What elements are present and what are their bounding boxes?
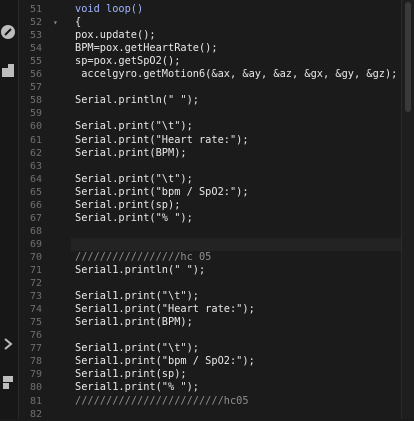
line-number: 56 [30,69,43,81]
line-number: 81 [30,395,43,407]
code-line[interactable]: Serial.print("Heart rate:"); [75,134,249,147]
line-number: 80 [30,382,43,394]
line-number: 70 [30,251,43,263]
code-line[interactable]: Serial.print("bpm / SpO2:"); [75,186,249,199]
line-number: 67 [30,212,43,224]
line-number: 51 [30,4,43,15]
line-number: 63 [30,160,43,172]
code-line[interactable]: Serial1.print(sp); [75,368,187,381]
code-line[interactable]: Serial1.print("% "); [75,381,199,394]
line-number: 61 [30,134,43,146]
scrollbar-thumb[interactable] [405,2,411,112]
code-line[interactable]: pox.update(); [75,29,156,42]
line-number: 65 [30,186,43,198]
line-number: 72 [30,278,43,290]
code-line[interactable]: Serial1.print("bpm / SpO2:"); [75,355,255,368]
code-line[interactable]: Serial.print("\t"); [75,120,193,133]
code-line[interactable]: Serial1.print("\t"); [75,290,199,303]
file-icon[interactable] [0,62,16,78]
line-number: 60 [30,121,43,133]
current-line-highlight [71,237,402,251]
line-number: 53 [30,30,43,42]
line-number: 59 [30,108,43,120]
code-line[interactable]: void loop() [75,3,143,16]
code-line[interactable]: Serial.print(BPM); [75,147,187,160]
code-line[interactable]: Serial.print("\t"); [75,173,193,186]
code-line[interactable]: /////////////////hc 05 [75,251,211,264]
line-number: 71 [30,265,43,276]
line-number: 73 [30,291,43,303]
line-number: 69 [30,238,43,250]
line-number: 74 [30,304,43,316]
code-line[interactable]: Serial1.println(" "); [75,264,205,277]
line-number: 76 [30,330,43,342]
line-number: 79 [30,369,43,381]
activity-sidebar [0,0,19,419]
code-line[interactable]: Serial1.print("Heart rate:"); [75,303,255,316]
pencil-icon[interactable] [0,24,16,40]
code-line[interactable]: Serial1.print("\t"); [75,342,199,355]
code-line[interactable]: { [75,16,81,29]
code-line[interactable]: accelgyro.getMotion6(&ax, &ay, &az, &gx,… [75,68,397,81]
line-number: 58 [30,95,43,107]
line-number: 66 [30,199,43,211]
line-number: 55 [30,56,43,68]
code-line[interactable]: Serial.print(sp); [75,199,180,212]
line-number: 77 [30,343,43,355]
line-number: 62 [30,147,43,159]
code-line[interactable]: Serial1.print(BPM); [75,316,193,329]
code-line[interactable]: ////////////////////////hc05 [75,395,249,408]
code-editor[interactable]: 51 void loop() 52 ▾{53 pox.update(); 54 BPM=po… [0,0,414,420]
code-line[interactable]: sp=pox.getSpO2(); [75,55,180,68]
chevron-right-icon[interactable] [0,336,16,352]
code-line[interactable]: Serial.print("% "); [75,212,193,225]
fold-arrow-icon[interactable]: ▾ [53,16,65,29]
code-line[interactable]: Serial.println(" "); [75,94,199,107]
line-number: 54 [30,43,43,55]
line-number: 68 [30,225,43,237]
code-line[interactable]: BPM=pox.getHeartRate(); [75,42,218,55]
line-number: 75 [30,317,43,329]
line-number: 64 [30,173,43,185]
line-number: 78 [30,356,43,368]
line-number: 57 [30,82,43,94]
vertical-scrollbar[interactable] [401,0,414,419]
bookmark-icon[interactable] [0,374,16,390]
